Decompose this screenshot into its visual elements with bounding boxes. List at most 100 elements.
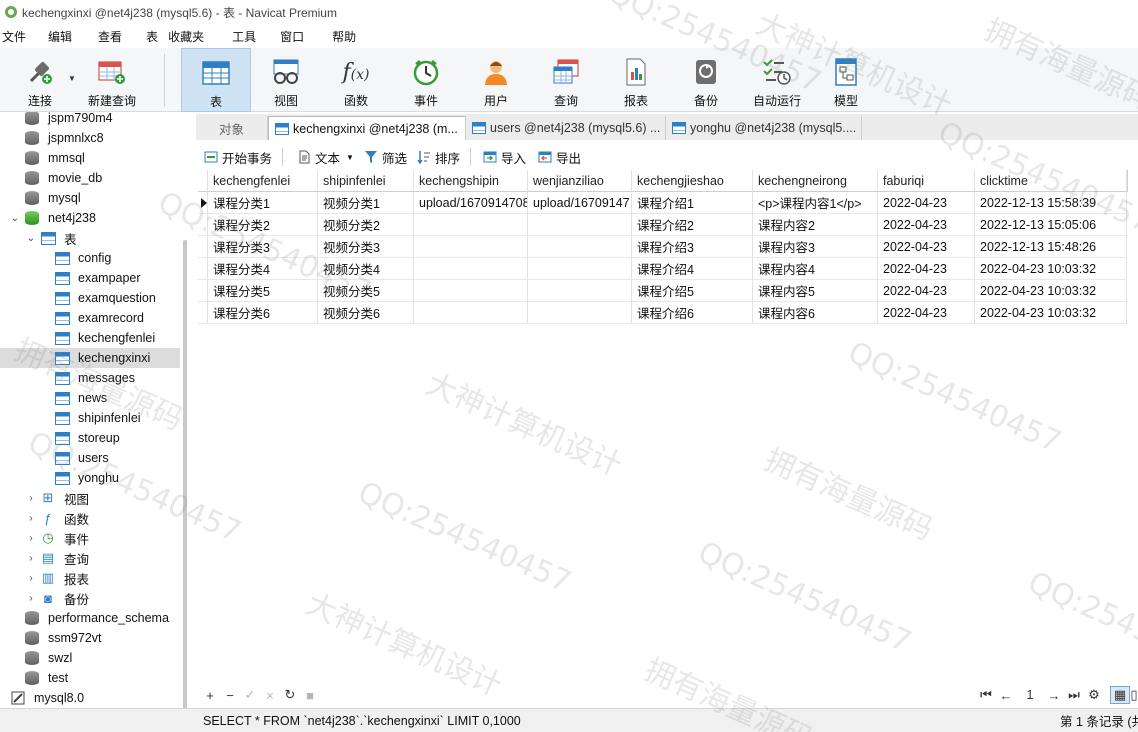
- grid-cell[interactable]: 课程分类6: [208, 302, 318, 324]
- grid-cell[interactable]: 课程分类3: [208, 236, 318, 258]
- backup-button[interactable]: 备份: [676, 48, 736, 112]
- grid-cell[interactable]: [414, 214, 528, 236]
- begin-transaction-button[interactable]: 开始事务: [204, 148, 272, 167]
- chevron-down-icon[interactable]: ⌄: [26, 233, 36, 244]
- column-header-faburiqi[interactable]: faburiqi: [878, 170, 975, 192]
- grid-cell[interactable]: 视频分类1: [318, 192, 414, 214]
- grid-cell[interactable]: 2022-04-23: [878, 192, 975, 214]
- group-item-query[interactable]: › ▤ 查询: [0, 548, 180, 568]
- chevron-right-icon[interactable]: ›: [26, 553, 36, 564]
- table-item-shipinfenlei[interactable]: shipinfenlei: [0, 408, 180, 428]
- db-item[interactable]: performance_schema: [0, 608, 180, 628]
- column-header-shipinfenlei[interactable]: shipinfenlei: [318, 170, 414, 192]
- db-item[interactable]: jspm790m4: [0, 112, 180, 128]
- grid-cell[interactable]: [414, 258, 528, 280]
- grid-cell[interactable]: 课程分类5: [208, 280, 318, 302]
- text-button[interactable]: 文本 ▼: [297, 148, 354, 167]
- chevron-right-icon[interactable]: ›: [26, 493, 36, 504]
- import-button[interactable]: 导入: [483, 148, 526, 167]
- grid-cell[interactable]: [528, 280, 632, 302]
- group-item-func[interactable]: › ƒ 函数: [0, 508, 180, 528]
- grid-cell[interactable]: 课程内容2: [753, 214, 878, 236]
- menu-view[interactable]: 查看: [98, 28, 132, 45]
- menu-file[interactable]: 文件: [2, 28, 36, 45]
- grid-cell[interactable]: [414, 236, 528, 258]
- menu-edit[interactable]: 编辑: [48, 28, 82, 45]
- db-item[interactable]: mysql: [0, 188, 180, 208]
- next-page-icon[interactable]: →: [1044, 688, 1064, 703]
- db-item-active[interactable]: ⌄ net4j238: [0, 208, 180, 228]
- grid-cell[interactable]: 课程分类4: [208, 258, 318, 280]
- grid-cell[interactable]: 课程内容6: [753, 302, 878, 324]
- grid-cell[interactable]: 视频分类6: [318, 302, 414, 324]
- grid-cell[interactable]: 2022-04-23 10:03:32: [975, 258, 1127, 280]
- menu-favorites[interactable]: 收藏夹: [168, 28, 214, 45]
- column-header-kechengjieshao[interactable]: kechengjieshao: [632, 170, 753, 192]
- table-row[interactable]: 课程分类5 视频分类5 课程介绍5 课程内容5 2022-04-23 2022-04-23…: [198, 280, 1127, 302]
- user-button[interactable]: 用户: [466, 48, 526, 112]
- grid-cell[interactable]: 2022-04-23: [878, 302, 975, 324]
- tab-kechengxinxi[interactable]: kechengxinxi @net4j238 (m...: [268, 116, 466, 140]
- grid-cell[interactable]: upload/16709147088: [414, 192, 528, 214]
- grid-cell[interactable]: 2022-04-23: [878, 214, 975, 236]
- table-item-kechengfenlei[interactable]: kechengfenlei: [0, 328, 180, 348]
- grid-cell[interactable]: 课程介绍5: [632, 280, 753, 302]
- table-row[interactable]: 课程分类1 视频分类1 upload/16709147088 upload/16709…: [198, 192, 1127, 214]
- sidebar-scrollbar[interactable]: [183, 240, 187, 710]
- table-item-examquestion[interactable]: examquestion: [0, 288, 180, 308]
- grid-cell[interactable]: 2022-12-13 15:58:39: [975, 192, 1127, 214]
- table-item-users[interactable]: users: [0, 448, 180, 468]
- function-button[interactable]: f(x) 函数: [326, 48, 386, 112]
- table-row[interactable]: 课程分类6 视频分类6 课程介绍6 课程内容6 2022-04-23 2022-04-23…: [198, 302, 1127, 324]
- view-button[interactable]: 视图: [256, 48, 316, 112]
- grid-cell[interactable]: upload/16709147: [528, 192, 632, 214]
- group-item-view[interactable]: › ⊞ 视图: [0, 488, 180, 508]
- chevron-right-icon[interactable]: ›: [26, 593, 36, 604]
- gear-icon[interactable]: ⚙: [1084, 687, 1104, 703]
- tab-objects[interactable]: 对象: [196, 116, 268, 140]
- grid-cell[interactable]: 视频分类2: [318, 214, 414, 236]
- db-item[interactable]: swzl: [0, 648, 180, 668]
- sort-button[interactable]: 排序: [417, 148, 460, 167]
- group-item-backup[interactable]: › ◙ 备份: [0, 588, 180, 608]
- grid-cell[interactable]: 课程介绍6: [632, 302, 753, 324]
- group-item-report[interactable]: › ▥ 报表: [0, 568, 180, 588]
- grid-cell[interactable]: 课程分类1: [208, 192, 318, 214]
- column-header-kechengneirong[interactable]: kechengneirong: [753, 170, 878, 192]
- export-button[interactable]: 导出: [538, 148, 581, 167]
- menu-table[interactable]: 表: [146, 28, 168, 45]
- db-item[interactable]: mmsql: [0, 148, 180, 168]
- chevron-down-icon[interactable]: ⌄: [10, 213, 20, 224]
- connection-item[interactable]: mysql8.0: [0, 688, 180, 708]
- query-button[interactable]: 查询: [536, 48, 596, 112]
- table-row[interactable]: 课程分类4 视频分类4 课程介绍4 课程内容4 2022-04-23 2022-04-23…: [198, 258, 1127, 280]
- form-view-icon[interactable]: ▯: [1130, 687, 1138, 703]
- table-button[interactable]: 表: [181, 48, 251, 112]
- grid-cell[interactable]: 2022-12-13 15:48:26: [975, 236, 1127, 258]
- grid-cell[interactable]: 课程介绍4: [632, 258, 753, 280]
- table-item-messages[interactable]: messages: [0, 368, 180, 388]
- report-button[interactable]: 报表: [606, 48, 666, 112]
- grid-cell[interactable]: 课程分类2: [208, 214, 318, 236]
- grid-cell[interactable]: [528, 236, 632, 258]
- table-item-exampaper[interactable]: exampaper: [0, 268, 180, 288]
- tab-users[interactable]: users @net4j238 (mysql5.6) ...: [466, 116, 666, 140]
- chevron-right-icon[interactable]: ›: [26, 513, 36, 524]
- db-item[interactable]: jspmnlxc8: [0, 128, 180, 148]
- new-query-button[interactable]: 新建查询: [80, 48, 144, 112]
- connect-dropdown-icon[interactable]: ▼: [68, 74, 76, 83]
- row-marker[interactable]: [198, 170, 208, 192]
- grid-cell[interactable]: 视频分类3: [318, 236, 414, 258]
- menu-tools[interactable]: 工具: [232, 28, 266, 45]
- column-header-kechengfenlei[interactable]: kechengfenlei: [208, 170, 318, 192]
- grid-cell[interactable]: 视频分类4: [318, 258, 414, 280]
- event-button[interactable]: 事件: [396, 48, 456, 112]
- row-marker[interactable]: [198, 214, 208, 236]
- stop-icon[interactable]: ■: [300, 688, 320, 703]
- apply-icon[interactable]: ✓: [240, 687, 260, 703]
- table-item-yonghu[interactable]: yonghu: [0, 468, 180, 488]
- prev-page-icon[interactable]: ←: [996, 688, 1016, 703]
- row-marker[interactable]: [198, 258, 208, 280]
- column-header-clicktime[interactable]: clicktime: [975, 170, 1127, 192]
- menu-window[interactable]: 窗口: [280, 28, 314, 45]
